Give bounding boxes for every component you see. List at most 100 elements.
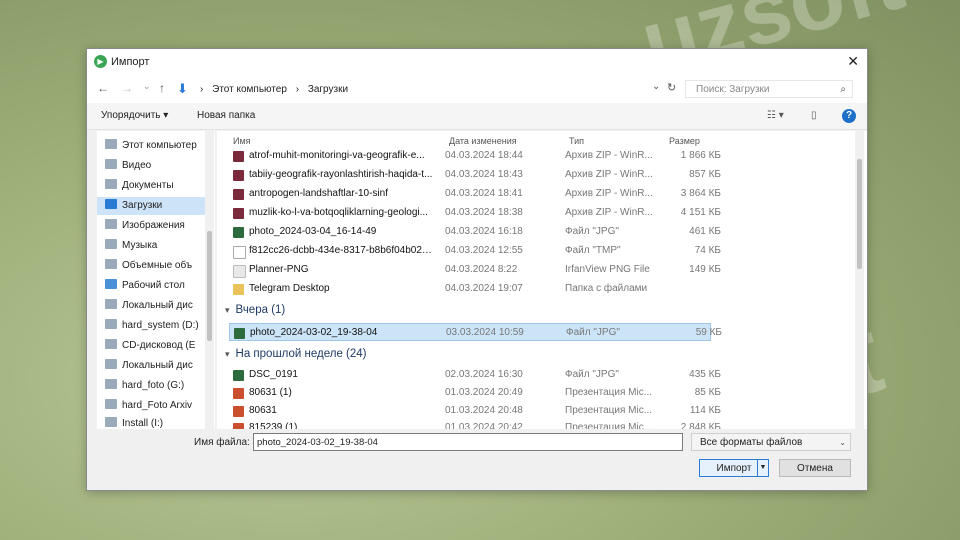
pictures-icon xyxy=(105,219,117,229)
breadcrumb-this-pc[interactable]: Этот компьютер xyxy=(212,84,287,95)
file-list-scroll-thumb[interactable] xyxy=(857,159,862,269)
folder-icon xyxy=(233,284,244,295)
view-options-icon[interactable]: ☷ ▾ xyxy=(767,110,784,121)
file-icon xyxy=(233,246,246,259)
objects-3d-icon xyxy=(105,259,117,269)
dialog-footer: Имя файла: photo_2024-03-02_19-38-04 Все… xyxy=(87,429,867,490)
file-row[interactable]: Planner-PNG 04.03.2024 8:22 IrfanView PNG … xyxy=(229,261,721,279)
chevron-down-icon: ▾ xyxy=(225,349,230,359)
recent-locations-icon[interactable]: ⌄ xyxy=(143,81,151,92)
sidebar-item-hard-foto[interactable]: hard_foto (G:) xyxy=(97,377,205,395)
address-bar[interactable]: › Этот компьютер › Загрузки xyxy=(199,81,657,99)
up-arrow-icon[interactable]: ↑ xyxy=(159,81,165,95)
sidebar-scroll-thumb[interactable] xyxy=(207,231,212,341)
group-header-yesterday[interactable]: ▾ Вчера (1) xyxy=(225,301,285,319)
import-button-label: Импорт xyxy=(716,463,752,474)
downloads-icon xyxy=(105,199,117,209)
import-dialog: ▶ Импорт ✕ ← → ⌄ ↑ ⬇ › Этот компьютер › … xyxy=(86,48,868,491)
drive-icon xyxy=(105,299,117,309)
file-row[interactable]: atrof-muhit-monitoringi-va-geografik-e..… xyxy=(229,147,721,165)
drive-icon xyxy=(105,359,117,369)
filename-input[interactable]: photo_2024-03-02_19-38-04 xyxy=(253,433,683,451)
video-icon xyxy=(105,159,117,169)
preview-pane-icon[interactable]: ▯ xyxy=(811,110,817,121)
search-input[interactable]: Поиск: Загрузки ⌕ xyxy=(685,80,853,98)
sidebar-item-music[interactable]: Музыка xyxy=(97,237,205,255)
file-row[interactable]: Telegram Desktop 04.03.2024 19:07 Папка с … xyxy=(229,280,711,298)
drive-icon xyxy=(105,379,117,389)
back-arrow-icon[interactable]: ← xyxy=(97,81,109,95)
navigation-pane: Этот компьютер Видео Документы Загрузки … xyxy=(97,131,215,429)
app-icon: ▶ xyxy=(94,55,107,68)
address-dropdown-icon[interactable]: ⌄ xyxy=(652,81,660,92)
forward-arrow-icon[interactable]: → xyxy=(121,81,133,95)
sidebar-item-documents[interactable]: Документы xyxy=(97,177,205,195)
sidebar-item-cd-drive[interactable]: CD-дисковод (E xyxy=(97,337,205,355)
sidebar-item-video[interactable]: Видео xyxy=(97,157,205,175)
sidebar-item-local-disk-f[interactable]: Локальный дис xyxy=(97,357,205,375)
sidebar-item-this-pc[interactable]: Этот компьютер xyxy=(97,137,205,155)
desktop-icon xyxy=(105,279,117,289)
downloads-folder-icon: ⬇ xyxy=(177,81,188,96)
sidebar-item-desktop[interactable]: Рабочий стол xyxy=(97,277,205,295)
sidebar-item-3d-objects[interactable]: Объемные объ xyxy=(97,257,205,275)
search-placeholder: Поиск: Загрузки xyxy=(696,84,770,95)
sidebar-scrollbar[interactable] xyxy=(205,131,214,429)
title-bar: ▶ Импорт ✕ xyxy=(87,49,867,75)
winrar-icon xyxy=(233,151,244,162)
new-folder-button[interactable]: Новая папка xyxy=(197,110,255,121)
refresh-icon[interactable]: ↻ xyxy=(667,81,676,94)
cd-drive-icon xyxy=(105,339,117,349)
file-row[interactable]: DSC_0191 02.03.2024 16:30 Файл "JPG" 435 КБ xyxy=(229,366,721,384)
cancel-button[interactable]: Отмена xyxy=(779,459,851,477)
music-icon xyxy=(105,239,117,249)
winrar-icon xyxy=(233,170,244,181)
help-icon[interactable]: ? xyxy=(842,109,856,123)
file-row[interactable]: photo_2024-03-04_16-14-49 04.03.2024 16:1… xyxy=(229,223,721,241)
file-list: Имя Дата изменения Тип Размер atrof-muhi… xyxy=(217,131,867,429)
file-row-selected[interactable]: photo_2024-03-02_19-38-04 03.03.2024 10:5… xyxy=(229,323,722,341)
dialog-title: Импорт xyxy=(111,56,150,68)
address-separator-icon: › xyxy=(200,84,204,95)
powerpoint-icon xyxy=(233,388,244,399)
search-icon[interactable]: ⌕ xyxy=(840,81,846,99)
sidebar-item-hard-foto-arxiv[interactable]: hard_Foto Arxiv xyxy=(97,397,205,415)
winrar-icon xyxy=(233,208,244,219)
file-row[interactable]: antropogen-landshaftlar-10-sinf 04.03.202… xyxy=(229,185,721,203)
drive-icon xyxy=(105,417,117,427)
image-icon xyxy=(233,370,244,381)
drive-icon xyxy=(105,319,117,329)
file-row[interactable]: tabiiy-geografik-rayonlashtirish-haqida-… xyxy=(229,166,721,184)
file-row[interactable]: f812cc26-dcbb-434e-8317-b8b6f04b02b1... 0… xyxy=(229,242,721,260)
chevron-down-icon: ⌄ xyxy=(839,438,846,447)
file-type-filter-value: Все форматы файлов xyxy=(700,437,803,448)
navigation-bar: ← → ⌄ ↑ ⬇ › Этот компьютер › Загрузки ⌄ … xyxy=(87,75,867,103)
toolbar: Упорядочить ▾ Новая папка ☷ ▾ ▯ ? xyxy=(87,103,867,130)
chevron-down-icon: ▾ xyxy=(225,305,230,315)
png-icon xyxy=(233,265,246,278)
sidebar-item-install[interactable]: Install (I:) xyxy=(97,415,205,429)
file-list-scrollbar[interactable] xyxy=(855,131,864,429)
import-split-dropdown-icon[interactable]: ▼ xyxy=(757,460,768,476)
file-row[interactable]: muzlik-ko-l-va-botqoqliklarning-geologi.… xyxy=(229,204,721,222)
group-header-last-week[interactable]: ▾ На прошлой неделе (24) xyxy=(225,345,367,363)
sidebar-item-local-disk-c[interactable]: Локальный дис xyxy=(97,297,205,315)
powerpoint-icon xyxy=(233,406,244,417)
sidebar-item-downloads[interactable]: Загрузки xyxy=(97,197,205,215)
file-row[interactable]: 80631 (1) 01.03.2024 20:49 Презентация Mic… xyxy=(229,384,721,402)
file-row[interactable]: 80631 01.03.2024 20:48 Презентация Mic... 1… xyxy=(229,402,721,420)
file-type-filter[interactable]: Все форматы файлов ⌄ xyxy=(691,433,851,451)
sidebar-item-hard-system[interactable]: hard_system (D:) xyxy=(97,317,205,335)
organize-button[interactable]: Упорядочить ▾ xyxy=(101,110,168,121)
sidebar-item-pictures[interactable]: Изображения xyxy=(97,217,205,235)
computer-icon xyxy=(105,139,117,149)
breadcrumb-downloads[interactable]: Загрузки xyxy=(308,84,348,95)
import-button[interactable]: Импорт ▼ xyxy=(699,459,769,477)
close-icon[interactable]: ✕ xyxy=(847,53,859,70)
drive-icon xyxy=(105,399,117,409)
address-separator-icon: › xyxy=(295,84,300,95)
file-row[interactable]: 815239 (1) 01.03.2024 20:42 Презентация Mi… xyxy=(229,419,721,429)
winrar-icon xyxy=(233,189,244,200)
filename-label: Имя файла: xyxy=(194,437,250,448)
image-icon xyxy=(233,227,244,238)
